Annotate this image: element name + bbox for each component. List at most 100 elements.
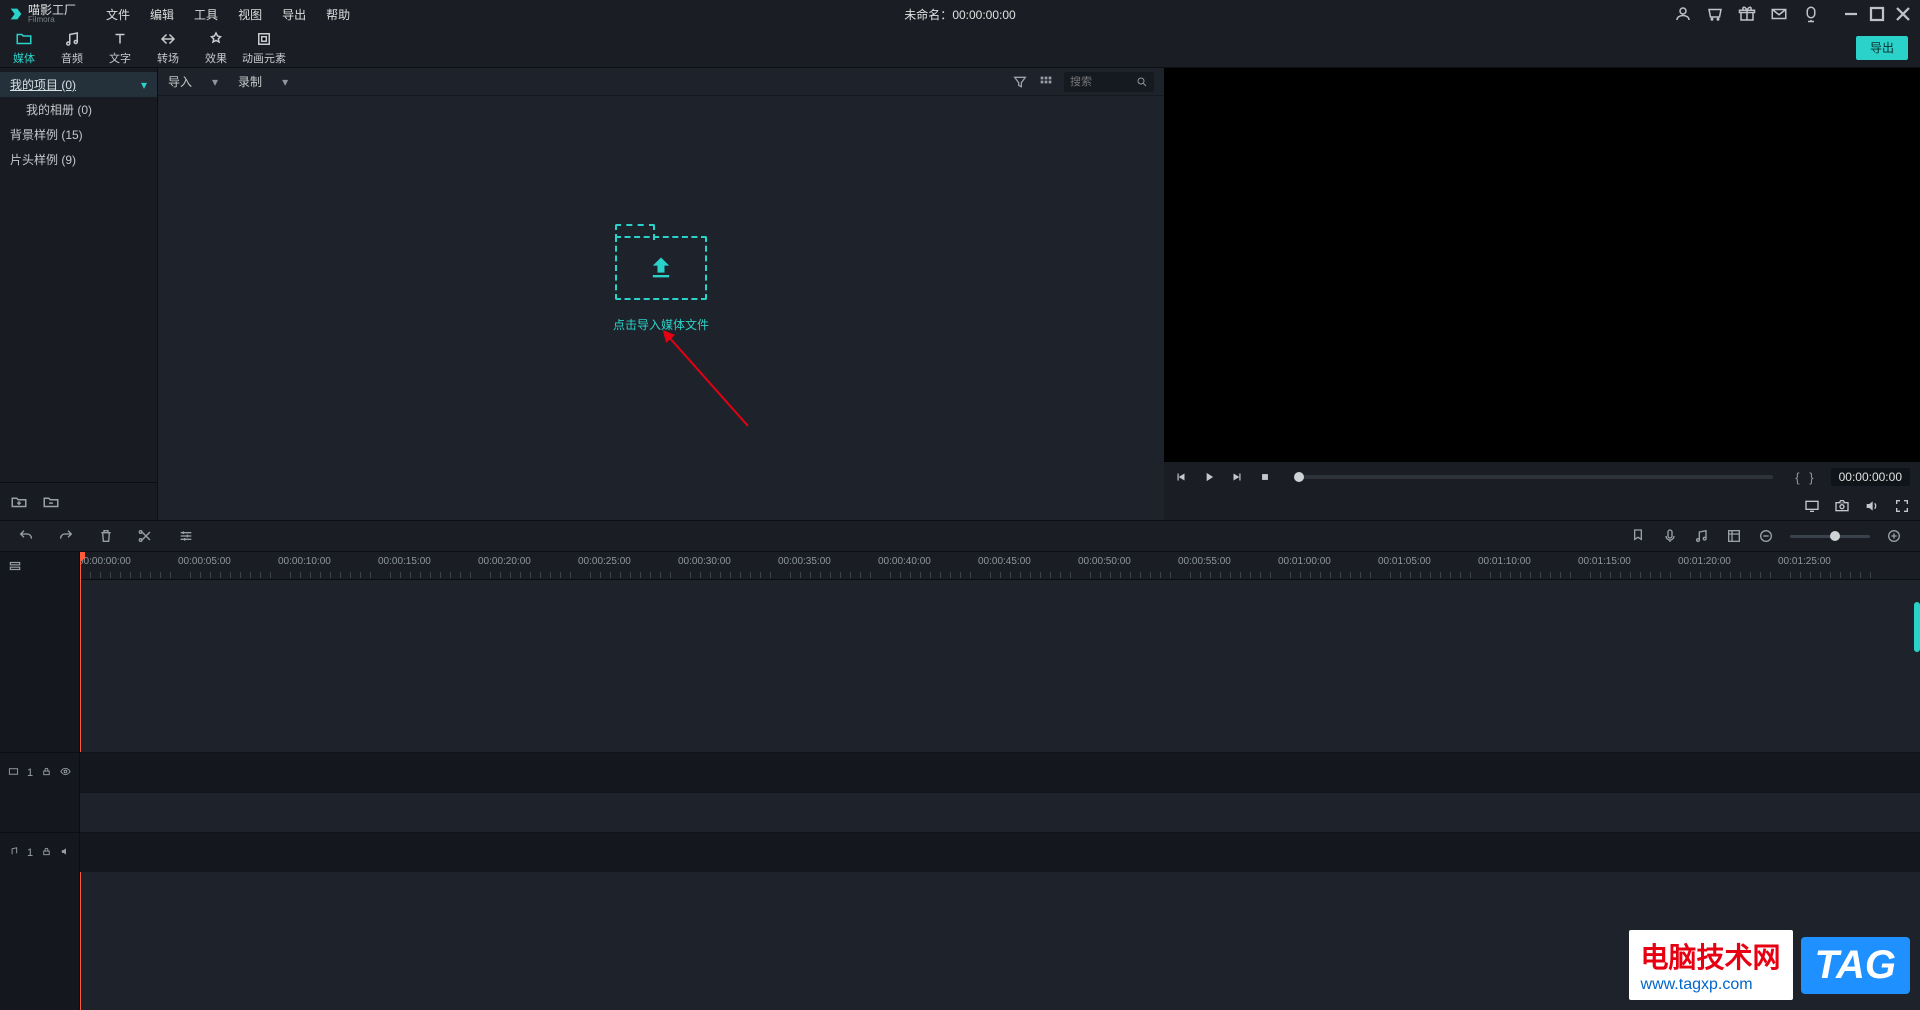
menu-help[interactable]: 帮助 — [326, 6, 350, 23]
import-dropdown[interactable]: 导入 ▾ — [168, 73, 218, 90]
snapshot-icon[interactable] — [1834, 498, 1850, 514]
menu-view[interactable]: 视图 — [238, 6, 262, 23]
tool-tabs: 媒体 音频 文字 转场 效果 动画元素 导出 — [0, 28, 1920, 68]
lock-icon[interactable] — [41, 846, 52, 860]
preview-scrubber[interactable] — [1294, 475, 1773, 479]
zoom-out-icon[interactable] — [1758, 528, 1774, 544]
text-icon — [111, 30, 129, 48]
sidebar-item-my-project[interactable]: 我的项目 (0) ▾ — [0, 72, 157, 97]
ruler-tick: 00:01:05:00 — [1378, 556, 1431, 567]
audio-track-header[interactable]: 1 — [0, 832, 79, 872]
watermark: 电脑技术网 www.tagxp.com TAG — [1629, 930, 1910, 1000]
lock-icon[interactable] — [41, 766, 52, 780]
add-folder-icon[interactable] — [10, 493, 28, 511]
fullscreen-icon[interactable] — [1894, 498, 1910, 514]
ruler-tick: 00:00:50:00 — [1078, 556, 1131, 567]
minimize-button[interactable] — [1842, 5, 1860, 23]
search-icon — [1136, 76, 1148, 88]
tab-audio[interactable]: 音频 — [48, 28, 96, 67]
ruler-tick: 00:00:40:00 — [878, 556, 931, 567]
ruler-tick: 00:00:10:00 — [278, 556, 331, 567]
menu-tools[interactable]: 工具 — [194, 6, 218, 23]
mail-icon[interactable] — [1770, 5, 1788, 23]
speaker-icon[interactable] — [60, 846, 71, 860]
tab-text[interactable]: 文字 — [96, 28, 144, 67]
adjust-icon[interactable] — [178, 528, 194, 544]
logo-icon — [8, 6, 24, 22]
ruler-tick: 00:01:15:00 — [1578, 556, 1631, 567]
filter-icon[interactable] — [1012, 74, 1028, 90]
delete-icon[interactable] — [98, 528, 114, 544]
marker-icon[interactable] — [1630, 528, 1646, 544]
ruler-tick: 00:00:15:00 — [378, 556, 431, 567]
import-drop-area[interactable]: 点击导入媒体文件 — [158, 96, 1164, 520]
menu-export[interactable]: 导出 — [282, 6, 306, 23]
audio-mix-icon[interactable] — [1694, 528, 1710, 544]
mark-brackets[interactable]: { } — [1795, 470, 1816, 485]
drop-folder-icon — [615, 236, 707, 300]
voiceover-icon[interactable] — [1662, 528, 1678, 544]
tab-animation[interactable]: 动画元素 — [240, 28, 288, 67]
record-dropdown[interactable]: 录制 ▾ — [238, 73, 288, 90]
remove-folder-icon[interactable] — [42, 493, 60, 511]
ruler-tick: 00:00:55:00 — [1178, 556, 1231, 567]
preview-timecode: 00:00:00:00 — [1831, 468, 1910, 486]
chevron-down-icon: ▾ — [212, 75, 218, 89]
tab-effect[interactable]: 效果 — [192, 28, 240, 67]
menu-edit[interactable]: 编辑 — [150, 6, 174, 23]
sidebar-item-my-album[interactable]: 我的相册 (0) — [0, 97, 157, 122]
sidebar-item-intros[interactable]: 片头样例 (9) — [0, 147, 157, 172]
user-icon[interactable] — [1674, 5, 1692, 23]
ruler-tick: 00:01:10:00 — [1478, 556, 1531, 567]
sidebar-item-backgrounds[interactable]: 背景样例 (15) — [0, 122, 157, 147]
drop-label: 点击导入媒体文件 — [613, 316, 709, 333]
zoom-slider[interactable] — [1790, 535, 1870, 538]
folder-icon — [15, 30, 33, 48]
app-subtitle: Filmora — [28, 16, 76, 24]
zoom-in-icon[interactable] — [1886, 528, 1902, 544]
close-button[interactable] — [1894, 5, 1912, 23]
titlebar: 喵影工厂 Filmora 文件 编辑 工具 视图 导出 帮助 未命名：00:00… — [0, 0, 1920, 28]
ruler-tick: 00:01:25:00 — [1778, 556, 1831, 567]
volume-icon[interactable] — [1864, 498, 1880, 514]
maximize-button[interactable] — [1868, 5, 1886, 23]
video-track-lane[interactable] — [80, 752, 1920, 792]
search-input[interactable] — [1064, 72, 1154, 92]
video-track-header[interactable]: 1 — [0, 752, 79, 792]
titlebar-right — [1674, 5, 1912, 23]
preview-viewport[interactable] — [1164, 68, 1920, 462]
cart-icon[interactable] — [1706, 5, 1724, 23]
preview-controls: { } 00:00:00:00 — [1164, 462, 1920, 492]
play-button[interactable] — [1202, 470, 1216, 484]
next-frame-button[interactable] — [1230, 470, 1244, 484]
timeline-track-headers: 1 1 — [0, 552, 80, 1010]
feedback-icon[interactable] — [1802, 5, 1820, 23]
chevron-down-icon: ▾ — [282, 75, 288, 89]
grid-view-icon[interactable] — [1038, 74, 1054, 90]
chevron-down-icon: ▾ — [141, 78, 147, 92]
effect-icon — [207, 30, 225, 48]
video-track-icon — [8, 766, 19, 780]
tab-transition[interactable]: 转场 — [144, 28, 192, 67]
prev-frame-button[interactable] — [1174, 470, 1188, 484]
ruler-tick: 00:00:30:00 — [678, 556, 731, 567]
timeline-ruler[interactable]: 00:00:00:0000:00:05:0000:00:10:0000:00:1… — [80, 552, 1920, 580]
menu-file[interactable]: 文件 — [106, 6, 130, 23]
render-icon[interactable] — [1726, 528, 1742, 544]
eye-icon[interactable] — [60, 766, 71, 780]
document-title: 未命名：00:00:00:00 — [904, 6, 1015, 23]
tab-media[interactable]: 媒体 — [0, 28, 48, 67]
export-button[interactable]: 导出 — [1856, 36, 1908, 60]
search-field[interactable] — [1070, 76, 1130, 88]
stop-button[interactable] — [1258, 470, 1272, 484]
timeline-options-button[interactable] — [0, 552, 79, 580]
audio-track-lane[interactable] — [80, 832, 1920, 872]
redo-icon[interactable] — [58, 528, 74, 544]
split-icon[interactable] — [138, 528, 154, 544]
undo-icon[interactable] — [18, 528, 34, 544]
menubar: 文件 编辑 工具 视图 导出 帮助 — [106, 6, 350, 23]
ruler-tick: 00:01:20:00 — [1678, 556, 1731, 567]
display-icon[interactable] — [1804, 498, 1820, 514]
track-gap — [80, 792, 1920, 832]
gift-icon[interactable] — [1738, 5, 1756, 23]
